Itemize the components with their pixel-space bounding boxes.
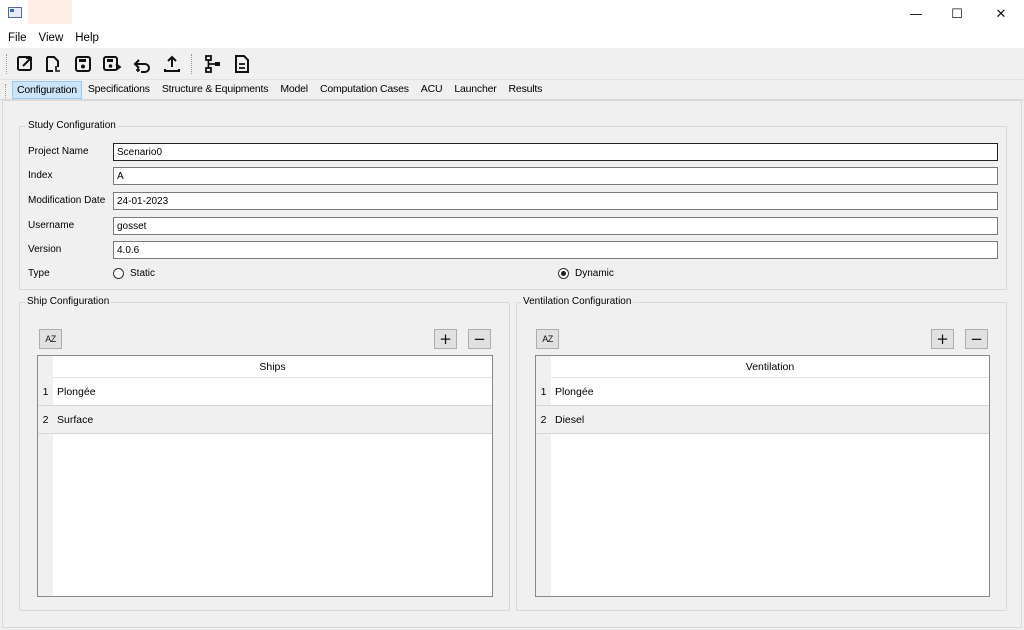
save-icon[interactable] (71, 52, 95, 76)
type-static-radio[interactable]: Static (113, 268, 155, 279)
ventilation-table[interactable]: Ventilation 1 Plongée 2 Diesel (535, 355, 990, 597)
toolbar (0, 48, 1024, 80)
ventilation-add-button[interactable]: + (931, 329, 954, 349)
configuration-panel: Study Configuration Project Name Index M… (2, 100, 1022, 628)
index-label: Index (28, 170, 53, 181)
tab-model[interactable]: Model (274, 81, 314, 99)
tab-specifications[interactable]: Specifications (82, 81, 156, 99)
version-input[interactable] (113, 241, 998, 259)
ships-table[interactable]: Ships 1 Plongée 2 Surface (37, 355, 493, 597)
modification-date-input[interactable] (113, 192, 998, 210)
menu-help[interactable]: Help (69, 29, 105, 47)
tab-launcher[interactable]: Launcher (448, 81, 502, 99)
study-configuration-title: Study Configuration (26, 120, 118, 132)
save-as-icon[interactable] (100, 52, 124, 76)
title-bar: — ☐ ✕ (0, 0, 1024, 28)
ships-column-header[interactable]: Ships (53, 356, 492, 378)
modification-date-label: Modification Date (28, 195, 106, 206)
app-icon (8, 7, 22, 18)
hierarchy-icon[interactable] (201, 52, 225, 76)
ventilation-configuration-group: Ventilation Configuration AZ + − Ventila… (516, 296, 1007, 611)
study-configuration-group: Study Configuration Project Name Index M… (19, 120, 1007, 290)
ship-add-button[interactable]: + (434, 329, 457, 349)
type-static-label: Static (130, 268, 156, 279)
project-name-label: Project Name (28, 146, 89, 157)
open-external-icon[interactable] (13, 52, 37, 76)
toolbar-grip[interactable] (6, 54, 8, 74)
document-icon[interactable] (230, 52, 254, 76)
tab-acu[interactable]: ACU (415, 81, 449, 99)
toolbar-separator (191, 54, 193, 74)
ship-configuration-group: Ship Configuration AZ + − Ships 1 Plongé… (19, 296, 510, 611)
ventilation-name[interactable]: Diesel (555, 406, 584, 434)
ship-name[interactable]: Plongée (57, 378, 96, 406)
table-row[interactable]: 1 Plongée (536, 378, 989, 406)
type-dynamic-label: Dynamic (575, 268, 614, 279)
app-title-badge (28, 0, 72, 24)
menu-bar: File View Help (0, 28, 1024, 48)
ship-sort-button[interactable]: AZ (39, 329, 62, 349)
ship-name[interactable]: Surface (57, 406, 93, 434)
tab-computation-cases[interactable]: Computation Cases (314, 81, 415, 99)
ship-remove-button[interactable]: − (468, 329, 491, 349)
minimize-button[interactable]: — (893, 0, 939, 28)
project-name-input[interactable] (113, 143, 998, 161)
index-input[interactable] (113, 167, 998, 185)
tab-bar-grip (5, 84, 6, 98)
tab-structure-equipments[interactable]: Structure & Equipments (156, 81, 275, 99)
radio-static-circle[interactable] (113, 268, 124, 279)
table-row[interactable]: 1 Plongée (38, 378, 492, 406)
tab-bar: Configuration Specifications Structure &… (0, 81, 1024, 100)
row-number[interactable]: 2 (38, 406, 53, 433)
row-number[interactable]: 2 (536, 406, 551, 433)
table-row[interactable]: 2 Diesel (536, 406, 989, 434)
username-label: Username (28, 220, 75, 231)
tab-configuration[interactable]: Configuration (12, 81, 82, 99)
ventilation-configuration-title: Ventilation Configuration (521, 296, 634, 308)
row-number[interactable]: 1 (536, 378, 551, 405)
close-button[interactable]: ✕ (978, 0, 1024, 28)
ventilation-column-header[interactable]: Ventilation (551, 356, 989, 378)
new-file-icon[interactable] (41, 52, 65, 76)
tab-results[interactable]: Results (503, 81, 549, 99)
ship-configuration-title: Ship Configuration (25, 296, 112, 308)
menu-file[interactable]: File (2, 29, 33, 47)
table-row[interactable]: 2 Surface (38, 406, 492, 434)
ventilation-remove-button[interactable]: − (965, 329, 988, 349)
username-input[interactable] (113, 217, 998, 235)
type-label: Type (28, 268, 50, 279)
ventilation-sort-button[interactable]: AZ (536, 329, 559, 349)
version-label: Version (28, 244, 62, 255)
maximize-button[interactable]: ☐ (934, 0, 980, 28)
upload-icon[interactable] (160, 52, 184, 76)
import-icon[interactable] (130, 52, 154, 76)
row-number[interactable]: 1 (38, 378, 53, 405)
type-dynamic-radio[interactable]: Dynamic (558, 268, 614, 279)
ventilation-name[interactable]: Plongée (555, 378, 594, 406)
radio-dynamic-circle[interactable] (558, 268, 569, 279)
menu-view[interactable]: View (33, 29, 70, 47)
